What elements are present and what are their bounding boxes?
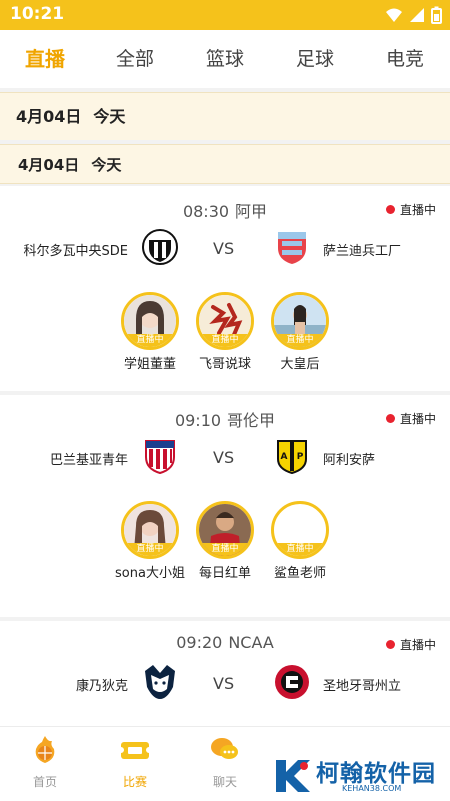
avatar: 直播中 [196,501,254,559]
date-subheader: 4月04日 今天 [0,144,450,184]
nav-matches[interactable]: 比赛 [100,735,170,790]
match-time: 08:30 [182,202,230,221]
away-team-logo [275,665,309,699]
anchor-item[interactable]: 直播中 学姐董董 [110,292,190,373]
date-header: 4月04日 今天 [0,92,450,140]
match-card[interactable]: 08:30 阿甲 直播中 科尔多瓦中央SDE VS 萨兰迪兵工厂 直播中 学姐董董… [0,186,450,391]
tab-football[interactable]: 足球 [270,30,360,88]
live-label: 直播中 [399,412,436,426]
vs-label: VS [213,674,235,693]
watermark: 柯翰软件园 KEHAN38.COM [250,750,450,800]
home-team-logo [142,229,178,265]
status-time: 10:21 [10,4,65,24]
anchor-name: sona大小姐 [115,566,185,581]
live-indicator: 直播中 [385,636,436,653]
live-dot-icon [385,414,395,423]
svg-text:A: A [281,452,288,462]
home-team-name: 科尔多瓦中央SDE [23,244,128,259]
signal-icon [410,8,424,22]
match-time: 09:20 [176,633,223,652]
anchor-item[interactable]: 直播中 每日红单 [185,501,265,582]
live-badge: 直播中 [274,334,326,347]
watermark-text: 柯翰软件园 [316,761,436,787]
match-card[interactable]: 09:20 NCAA 直播中 康乃狄克 VS 圣地牙哥州立 [0,621,450,726]
watermark-k-logo-icon [276,760,310,792]
home-team-logo [145,665,175,699]
live-dot-icon [385,205,395,214]
date-header-date: 4月04日 [16,107,82,126]
match-league: 哥伦甲 [227,411,276,430]
wifi-icon [386,8,402,22]
date-header-day: 今天 [93,107,126,126]
status-icons [385,6,442,24]
live-indicator: 直播中 [385,410,436,427]
anchor-name: 大皇后 [280,357,320,372]
live-indicator: 直播中 [385,201,436,218]
avatar: 直播中 [271,292,329,350]
anchor-name: 每日红单 [198,566,251,581]
date-subheader-day: 今天 [91,156,122,174]
match-time: 09:10 [174,411,222,430]
vs-label: VS [213,448,235,467]
home-team-logo [145,440,175,475]
anchor-name: 飞哥说球 [198,357,251,372]
away-team-logo [278,232,306,264]
anchor-item[interactable]: 直播中 大皇后 [260,292,340,373]
match-header: 09:10 哥伦甲 [0,407,450,431]
category-tabs: 直播 全部 篮球 足球 电竞 [0,30,450,88]
live-label: 直播中 [399,203,436,217]
avatar: 直播中 [196,292,254,350]
nav-home[interactable]: 首页 [10,735,80,790]
date-subheader-date: 4月04日 [18,156,80,174]
match-header: 08:30 阿甲 [0,198,450,222]
away-team-logo: A P [277,440,307,475]
avatar: 直播中 [271,501,329,559]
avatar: 直播中 [121,501,179,559]
nav-matches-label: 比赛 [122,775,147,789]
anchor-item[interactable]: 直播中 飞哥说球 [185,292,265,373]
match-ticket-icon [118,742,152,759]
live-label: 直播中 [399,638,436,652]
match-league: 阿甲 [235,202,268,221]
away-team-name: 阿利安萨 [323,453,376,468]
anchor-item[interactable]: 直播中 sona大小姐 [110,501,190,582]
live-badge: 直播中 [199,334,251,347]
status-bar: 10:21 [0,0,450,30]
avatar: 直播中 [121,292,179,350]
nav-home-label: 首页 [32,775,57,789]
chat-bubbles-icon [211,738,238,759]
vs-label: VS [213,239,235,258]
live-badge: 直播中 [124,543,176,556]
match-header: 09:20 NCAA [0,633,450,652]
live-badge: 直播中 [274,543,326,556]
away-team-name: 萨兰迪兵工厂 [323,244,402,259]
home-team-name: 康乃狄克 [75,679,128,694]
away-team-name: 圣地牙哥州立 [323,679,402,694]
match-card[interactable]: 09:10 哥伦甲 直播中 巴兰基亚青年 VS A P 阿利安萨 直播中 sona… [0,395,450,617]
tab-live[interactable]: 直播 [0,30,90,88]
match-league: NCAA [228,633,274,652]
svg-text:P: P [297,452,304,462]
anchor-item[interactable]: 直播中 鲨鱼老师 [260,501,340,582]
tab-basketball[interactable]: 篮球 [180,30,270,88]
home-team-name: 巴兰基亚青年 [49,453,128,468]
live-dot-icon [385,640,395,649]
battery-icon [431,6,442,24]
anchor-name: 鲨鱼老师 [273,566,326,581]
watermark-url: KEHAN38.COM [342,784,402,793]
live-badge: 直播中 [124,334,176,347]
tab-esports[interactable]: 电竞 [360,30,450,88]
tab-all[interactable]: 全部 [90,30,180,88]
anchor-name: 学姐董董 [123,357,176,372]
live-badge: 直播中 [199,543,251,556]
basketball-fire-icon [35,736,55,763]
